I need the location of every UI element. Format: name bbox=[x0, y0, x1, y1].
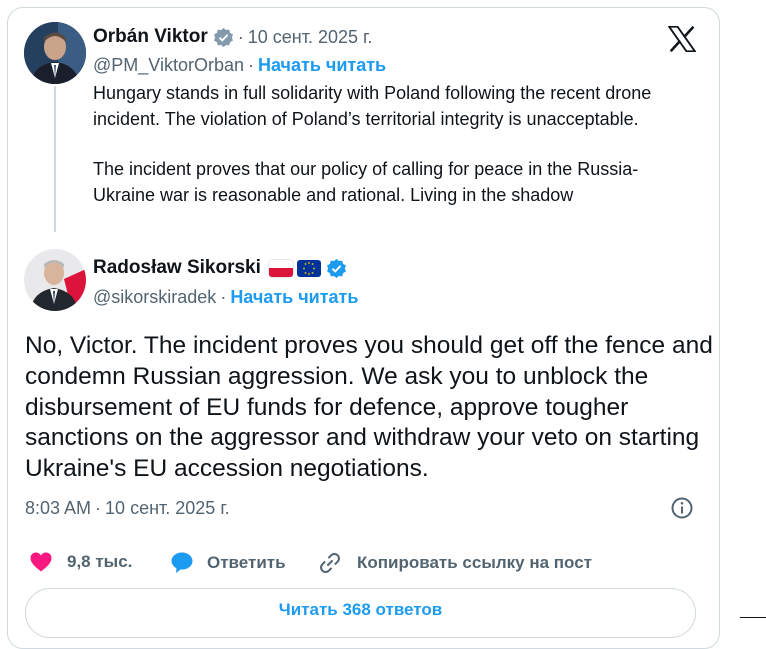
thread-line bbox=[54, 86, 56, 232]
avatar-orban[interactable] bbox=[24, 22, 86, 84]
avatar-sikorski[interactable] bbox=[24, 249, 86, 311]
post-timestamp[interactable]: 8:03 AM · 10 сент. 2025 г. bbox=[25, 498, 230, 519]
verified-badge-icon bbox=[326, 258, 346, 278]
quoted-post-handle-row: @PM_ViktorOrban · Начать читать bbox=[93, 55, 386, 76]
like-count: 9,8 тыс. bbox=[67, 552, 133, 571]
link-icon bbox=[320, 552, 340, 574]
speech-bubble-icon bbox=[171, 552, 193, 573]
post-date[interactable]: 10 сент. 2025 г. bbox=[105, 498, 230, 519]
post-date[interactable]: 10 сент. 2025 г. bbox=[248, 27, 373, 48]
eu-flag-icon bbox=[296, 259, 321, 277]
copy-link-label: Копировать ссылку на пост bbox=[357, 553, 592, 572]
x-logo-icon[interactable] bbox=[668, 26, 696, 52]
post-text: No, Victor. The incident proves you shou… bbox=[25, 332, 713, 483]
reply-post-handle-row: @sikorskiradek · Начать читать bbox=[93, 287, 358, 308]
verified-badge-icon bbox=[213, 27, 233, 47]
reply-post-header: Radosław Sikorski bbox=[93, 257, 347, 279]
like-button[interactable]: 9,8 тыс. bbox=[29, 551, 132, 573]
separator: · bbox=[95, 498, 102, 518]
separator: · bbox=[237, 26, 244, 47]
divider bbox=[740, 617, 766, 618]
read-replies-button[interactable]: Читать 368 ответов bbox=[25, 588, 696, 638]
quoted-post-header: Orbán Viktor · 10 сент. 2025 г. bbox=[93, 26, 372, 48]
author-name[interactable]: Radosław Sikorski bbox=[93, 257, 261, 279]
info-icon[interactable] bbox=[670, 496, 694, 520]
quoted-paragraph-2: The incident proves that our policy of c… bbox=[93, 159, 639, 205]
heart-icon bbox=[30, 552, 52, 572]
quoted-paragraph-1: Hungary stands in full solidarity with P… bbox=[93, 83, 652, 129]
author-name[interactable]: Orbán Viktor bbox=[93, 26, 208, 48]
quoted-post-text: Hungary stands in full solidarity with P… bbox=[93, 81, 693, 208]
author-handle[interactable]: @sikorskiradek bbox=[93, 287, 216, 308]
follow-button[interactable]: Начать читать bbox=[258, 55, 386, 76]
post-time[interactable]: 8:03 AM bbox=[25, 498, 91, 519]
follow-button[interactable]: Начать читать bbox=[230, 287, 358, 308]
separator: · bbox=[248, 55, 254, 75]
poland-flag-icon bbox=[268, 259, 293, 277]
reply-button[interactable]: Ответить bbox=[170, 551, 286, 574]
separator: · bbox=[220, 287, 227, 307]
reply-label: Ответить bbox=[207, 552, 286, 572]
author-handle[interactable]: @PM_ViktorOrban bbox=[93, 55, 244, 76]
copy-link-button[interactable]: Копировать ссылку на пост bbox=[318, 551, 592, 575]
